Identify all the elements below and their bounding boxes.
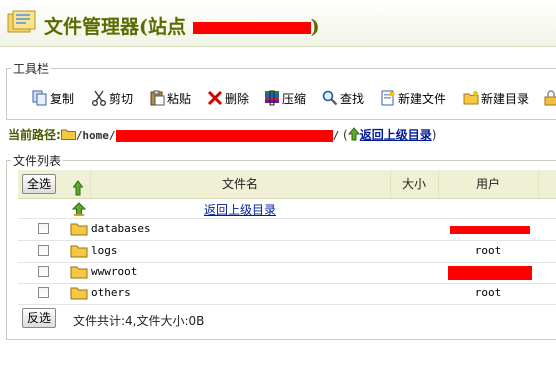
invert-selection-button[interactable]: 反选 xyxy=(22,308,57,328)
row-checkbox[interactable] xyxy=(38,223,49,234)
row-checkbox[interactable] xyxy=(38,287,49,298)
current-path-suffix: / xyxy=(332,129,340,142)
new-file-icon xyxy=(381,90,395,106)
column-name-header[interactable]: 文件名 xyxy=(90,170,390,198)
table-row[interactable]: databases xyxy=(18,219,556,241)
current-path-prefix: /home/ xyxy=(75,129,116,142)
cut-label: 剪切 xyxy=(109,91,134,106)
new-folder-button[interactable]: 新建目录 xyxy=(463,88,529,108)
header-divider xyxy=(538,170,539,198)
page-title-text: 文件管理器(站点 xyxy=(44,16,193,38)
redacted-path xyxy=(115,129,333,142)
copy-icon xyxy=(32,90,47,106)
delete-button[interactable]: 删除 xyxy=(207,88,249,108)
file-user: root xyxy=(474,286,502,299)
folder-icon xyxy=(70,245,88,258)
file-name[interactable]: others xyxy=(91,286,131,299)
folder-icon xyxy=(70,223,88,236)
scissors-icon xyxy=(92,90,106,106)
toolbar-legend: 工具栏 xyxy=(13,62,50,76)
select-all-button[interactable]: 全选 xyxy=(22,174,57,194)
folder-icon xyxy=(70,287,88,300)
close-paren: ) xyxy=(431,128,437,142)
file-table-header: 全选 文件名 大小 用户 xyxy=(18,170,556,199)
up-arrow-icon xyxy=(347,127,360,141)
lock-icon[interactable] xyxy=(544,90,556,106)
delete-icon xyxy=(207,90,223,106)
column-size-header[interactable]: 大小 xyxy=(390,170,438,198)
new-file-label: 新建文件 xyxy=(398,91,447,106)
folder-icon xyxy=(60,129,76,140)
new-folder-icon xyxy=(463,91,479,105)
parent-directory-row-link[interactable]: 返回上级目录 xyxy=(204,201,276,218)
file-name[interactable]: wwwroot xyxy=(91,265,137,278)
file-user: root xyxy=(474,244,502,257)
parent-directory-link[interactable]: 返回上级目录 xyxy=(360,128,432,142)
current-path-bar: 当前路径:/home// (返回上级目录) xyxy=(8,126,556,142)
compress-button[interactable]: 压缩 xyxy=(264,88,306,108)
redacted-site-name xyxy=(192,22,311,34)
search-label: 查找 xyxy=(340,91,365,106)
table-row[interactable]: logs root xyxy=(18,241,556,263)
paste-icon xyxy=(150,90,165,106)
paste-button[interactable]: 粘贴 xyxy=(149,88,191,108)
up-arrow-icon xyxy=(72,202,86,216)
row-checkbox[interactable] xyxy=(38,245,49,256)
file-name[interactable]: databases xyxy=(91,222,151,235)
search-icon xyxy=(322,90,338,106)
redacted-user xyxy=(450,226,530,234)
paste-label: 粘贴 xyxy=(167,91,192,106)
table-row[interactable]: others root xyxy=(18,283,556,305)
page-title: 文件管理器(站点 ) xyxy=(44,12,320,39)
copy-button[interactable]: 复制 xyxy=(32,88,74,108)
folder-icon xyxy=(70,266,88,279)
delete-label: 删除 xyxy=(225,91,250,106)
current-path-label: 当前路径: xyxy=(8,128,61,142)
new-file-button[interactable]: 新建文件 xyxy=(380,88,446,108)
page-title-suffix: ) xyxy=(310,16,320,38)
row-checkbox[interactable] xyxy=(38,266,49,277)
redacted-user xyxy=(448,266,532,280)
title-bar: 文件管理器(站点 ) xyxy=(0,0,556,47)
cut-button[interactable]: 剪切 xyxy=(91,88,133,108)
compress-label: 压缩 xyxy=(282,91,307,106)
new-folder-label: 新建目录 xyxy=(481,91,530,106)
file-summary: 文件共计:4,文件大小:0B xyxy=(73,314,205,328)
parent-directory-row: 返回上级目录 xyxy=(18,199,556,219)
copy-label: 复制 xyxy=(50,91,75,106)
sort-up-icon[interactable] xyxy=(73,180,83,196)
file-name[interactable]: logs xyxy=(91,244,118,257)
file-list-legend: 文件列表 xyxy=(13,154,62,168)
search-button[interactable]: 查找 xyxy=(322,88,364,108)
archive-icon xyxy=(265,90,279,106)
table-row[interactable]: wwwroot xyxy=(18,262,556,284)
column-user-header[interactable]: 用户 xyxy=(438,170,538,198)
file-manager-icon xyxy=(7,10,36,33)
